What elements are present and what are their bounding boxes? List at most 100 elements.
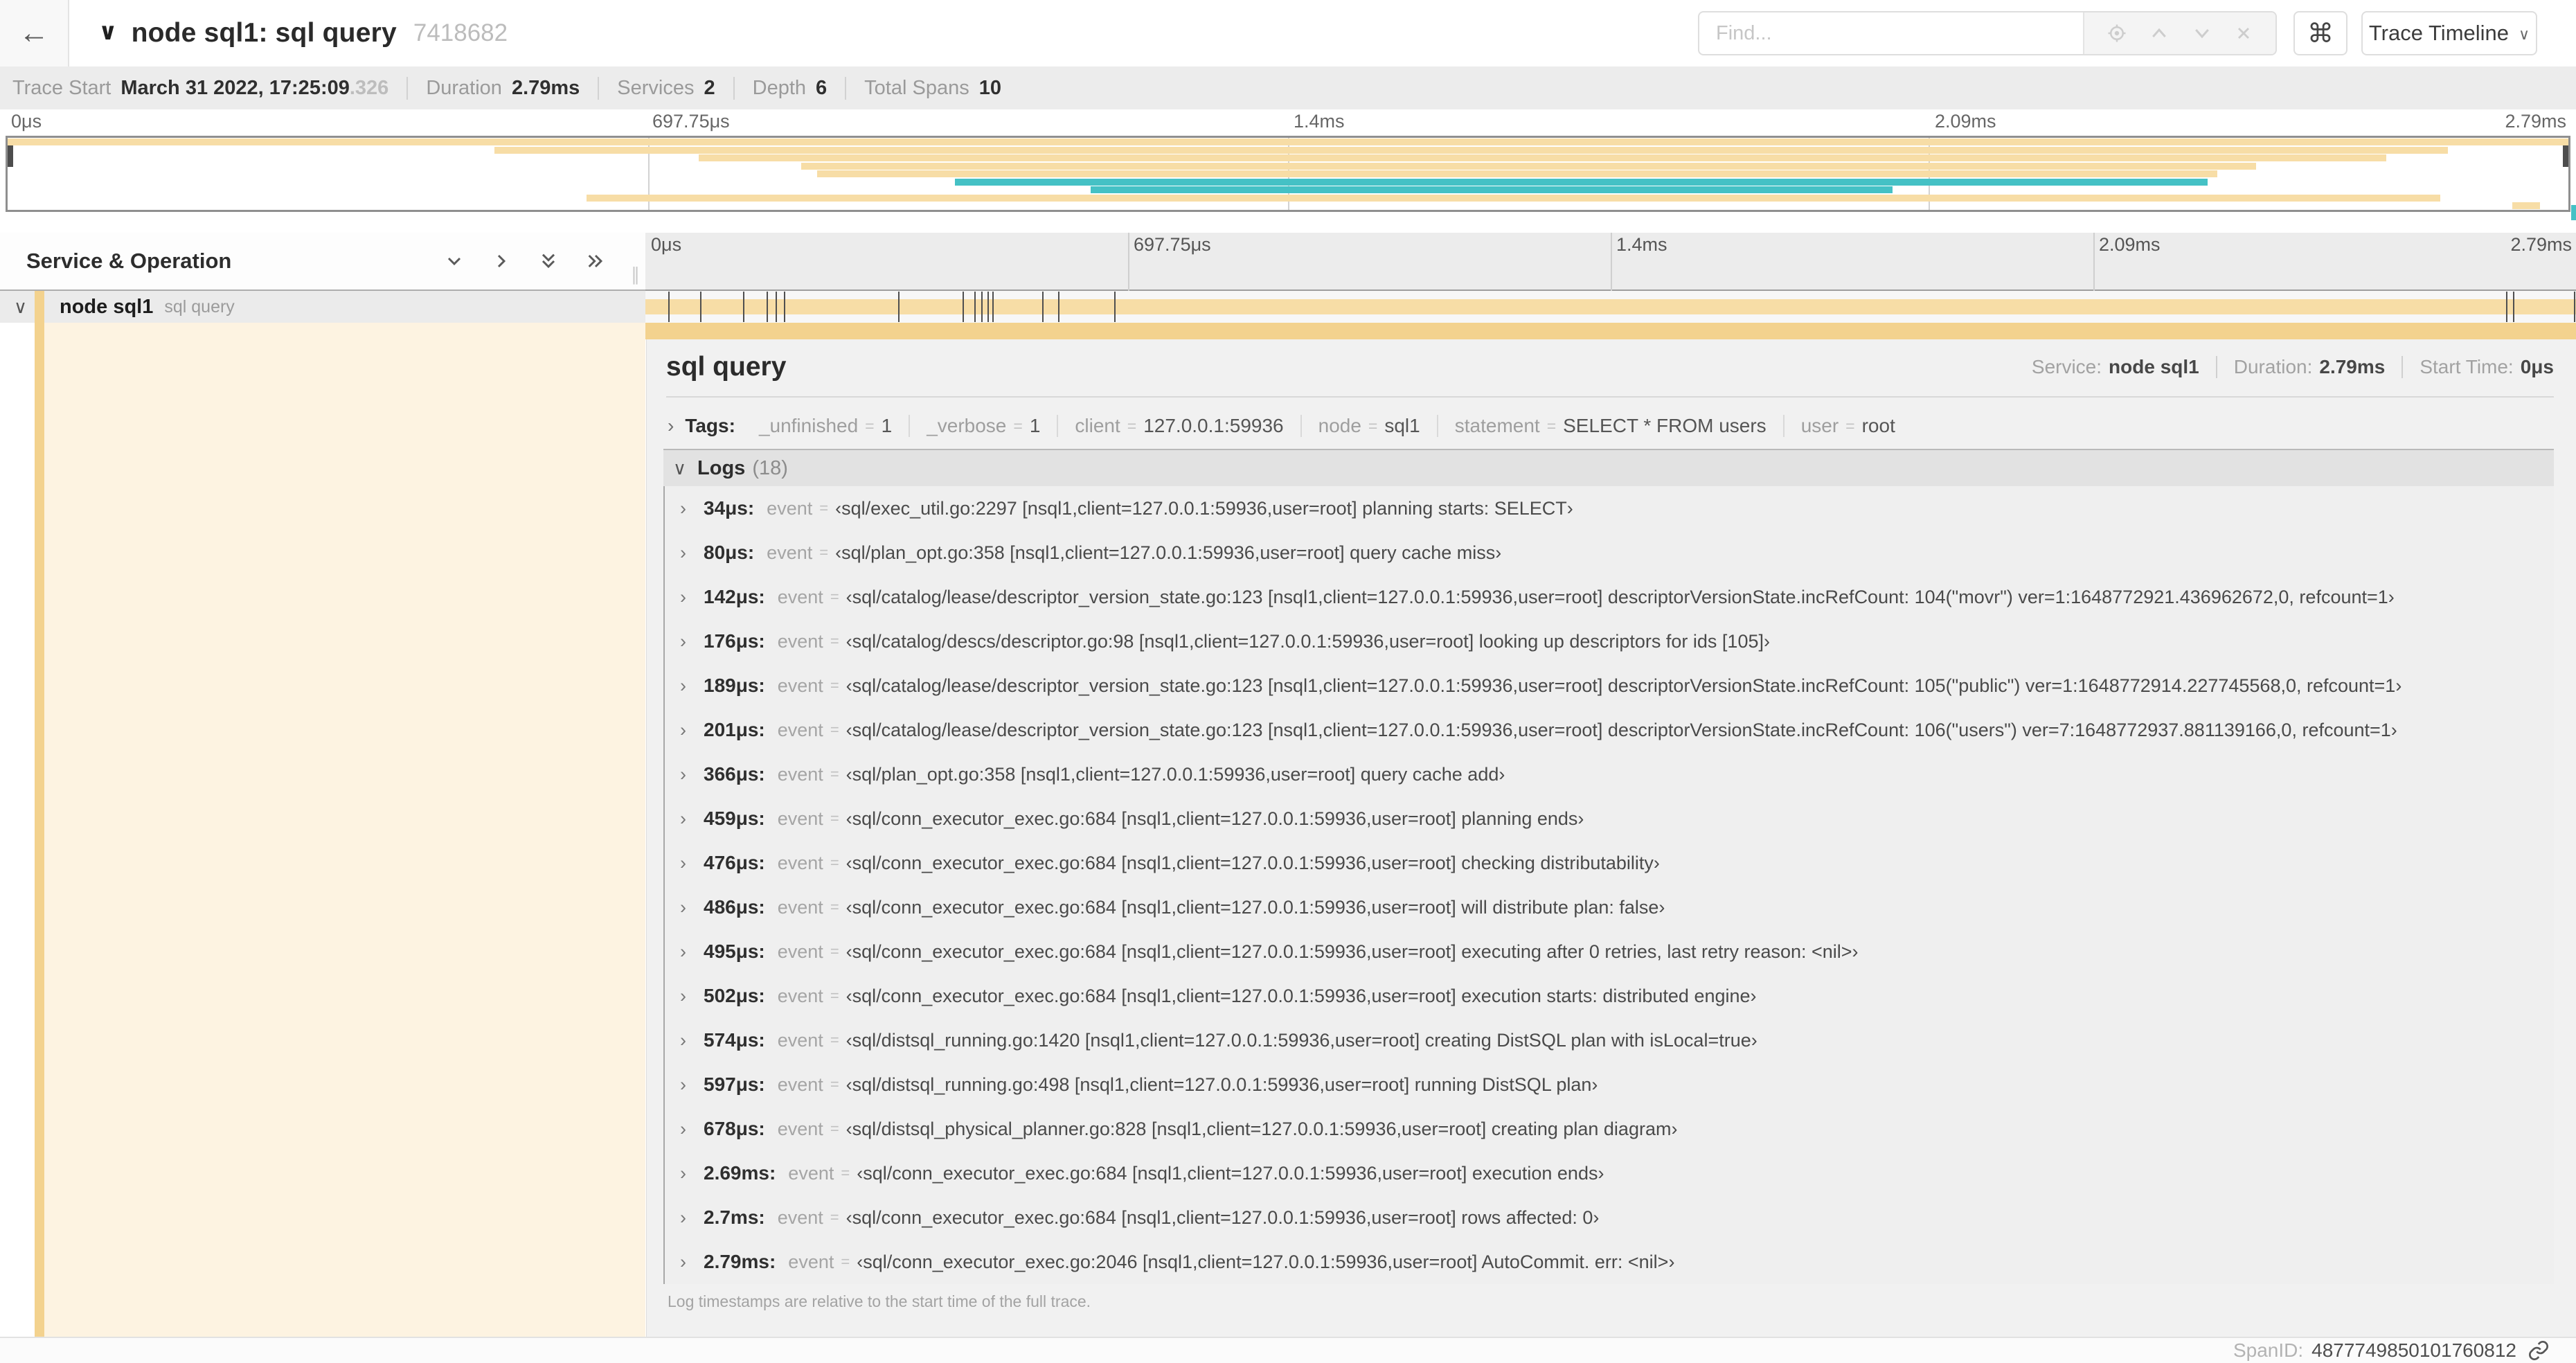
- tree-controls: [443, 250, 607, 272]
- log-timestamp: 2.69ms:: [704, 1162, 776, 1184]
- expand-all-icon[interactable]: [584, 250, 607, 272]
- span-row-timeline[interactable]: [645, 291, 2576, 323]
- tags-list: _unfinished = 1 _verbose = 1 client = 127.0.0.1:…: [742, 415, 1912, 437]
- chevron-right-icon[interactable]: ›: [680, 1163, 704, 1184]
- minimap-canvas[interactable]: [6, 136, 2570, 212]
- service-operation-title: Service & Operation: [26, 249, 232, 273]
- chevron-right-icon[interactable]: ›: [680, 1207, 704, 1229]
- tag-key: _unfinished: [758, 415, 859, 436]
- locate-icon[interactable]: [2107, 23, 2127, 44]
- ruler-tick-label: 2.09ms: [1935, 111, 1996, 132]
- find-input[interactable]: [1699, 12, 2083, 54]
- chevron-right-icon[interactable]: ›: [680, 1074, 704, 1096]
- summary-value: 6: [816, 76, 828, 99]
- log-entry[interactable]: › 201μs: event = ‹sql/catalog/lease/descript…: [665, 708, 2554, 752]
- collapse-one-icon[interactable]: [443, 250, 465, 272]
- chevron-right-icon[interactable]: ›: [680, 764, 704, 785]
- chevron-right-icon[interactable]: ›: [680, 498, 704, 519]
- log-entry[interactable]: › 502μs: event = ‹sql/conn_executor_exec.go:…: [665, 974, 2554, 1018]
- chevron-right-icon[interactable]: ›: [668, 415, 674, 437]
- log-field-key: event: [777, 896, 823, 918]
- log-entry[interactable]: › 2.79ms: event = ‹sql/conn_executor_exec.go…: [665, 1240, 2554, 1284]
- tag-item[interactable]: _verbose = 1: [909, 415, 1057, 437]
- chevron-right-icon[interactable]: ›: [680, 897, 704, 918]
- logs-section-header[interactable]: ∨ Logs (18): [663, 449, 2554, 486]
- chevron-right-icon[interactable]: ›: [680, 1030, 704, 1051]
- view-selector-button[interactable]: Trace Timeline ∨: [2361, 11, 2537, 55]
- log-entry[interactable]: › 597μs: event = ‹sql/distsql_running.go:498…: [665, 1062, 2554, 1107]
- minimap-span: [586, 194, 2441, 202]
- equals-sign: =: [830, 810, 839, 827]
- tags-row[interactable]: › Tags: _unfinished = 1 _verbose = 1 client = 12…: [663, 406, 2554, 446]
- chevron-down-icon[interactable]: ∨: [98, 18, 118, 46]
- log-timestamp: 2.7ms:: [704, 1206, 765, 1228]
- next-result-icon[interactable]: [2192, 23, 2212, 44]
- tag-value: SELECT * FROM users: [1563, 415, 1766, 436]
- log-timestamp: 678μs:: [704, 1118, 765, 1139]
- chevron-right-icon[interactable]: ›: [680, 587, 704, 608]
- summary-value: 2: [704, 76, 715, 99]
- log-entry[interactable]: › 486μs: event = ‹sql/conn_executor_exec.go:…: [665, 885, 2554, 929]
- log-field-value: ‹sql/plan_opt.go:358 [nsql1,client=127.0…: [846, 763, 1505, 785]
- chevron-right-icon[interactable]: ›: [680, 720, 704, 741]
- back-button[interactable]: ←: [0, 0, 69, 66]
- chevron-down-icon[interactable]: ∨: [14, 296, 27, 318]
- log-field-value: ‹sql/exec_util.go:2297 [nsql1,client=127…: [835, 497, 1573, 519]
- chevron-right-icon[interactable]: ›: [680, 853, 704, 874]
- chevron-right-icon[interactable]: ›: [680, 808, 704, 830]
- chevron-right-icon[interactable]: ›: [680, 631, 704, 652]
- log-field-value: ‹sql/conn_executor_exec.go:684 [nsql1,cl…: [857, 1162, 1604, 1184]
- clear-search-icon[interactable]: [2234, 24, 2253, 43]
- prev-result-icon[interactable]: [2149, 23, 2170, 44]
- chevron-right-icon[interactable]: ›: [680, 542, 704, 564]
- expand-one-icon[interactable]: [490, 250, 512, 272]
- summary-value: March 31 2022, 17:25:09: [120, 76, 350, 99]
- tag-item[interactable]: statement = SELECT * FROM users: [1436, 415, 1783, 437]
- log-entry[interactable]: › 176μs: event = ‹sql/catalog/descs/descript…: [665, 619, 2554, 663]
- log-marker: [766, 292, 768, 322]
- log-field-key: event: [767, 497, 813, 519]
- log-entry[interactable]: › 678μs: event = ‹sql/distsql_physical_plann…: [665, 1107, 2554, 1151]
- chevron-right-icon[interactable]: ›: [680, 941, 704, 963]
- log-entry[interactable]: › 34μs: event = ‹sql/exec_util.go:2297 [nsql…: [665, 486, 2554, 531]
- log-entry[interactable]: › 80μs: event = ‹sql/plan_opt.go:358 [nsql1,…: [665, 531, 2554, 575]
- log-entry[interactable]: › 189μs: event = ‹sql/catalog/lease/descript…: [665, 663, 2554, 708]
- log-entry[interactable]: › 2.69ms: event = ‹sql/conn_executor_exec.go…: [665, 1151, 2554, 1195]
- link-icon[interactable]: [2528, 1339, 2550, 1362]
- chevron-right-icon[interactable]: ›: [680, 1251, 704, 1273]
- log-entry[interactable]: › 2.7ms: event = ‹sql/conn_executor_exec.go:…: [665, 1195, 2554, 1240]
- log-field-key: event: [777, 985, 823, 1006]
- log-entry[interactable]: › 495μs: event = ‹sql/conn_executor_exec.go:…: [665, 929, 2554, 974]
- ruler-tick-label: 0μs: [651, 234, 682, 255]
- equals-sign: =: [830, 632, 839, 650]
- tag-item[interactable]: node = sql1: [1300, 415, 1437, 437]
- keyboard-shortcuts-button[interactable]: ⌘: [2293, 11, 2347, 55]
- minimap-span: [8, 139, 2568, 145]
- column-resize-handle[interactable]: ∥: [631, 264, 640, 285]
- chevron-down-icon[interactable]: ∨: [673, 458, 686, 479]
- span-meta-item: Start Time: 0μs: [2401, 356, 2554, 378]
- chevron-right-icon[interactable]: ›: [680, 1119, 704, 1140]
- log-marker: [1041, 292, 1044, 322]
- tag-item[interactable]: client = 127.0.0.1:59936: [1057, 415, 1300, 437]
- log-entry[interactable]: › 142μs: event = ‹sql/catalog/lease/descript…: [665, 575, 2554, 619]
- log-entry[interactable]: › 366μs: event = ‹sql/plan_opt.go:358 [nsql1…: [665, 752, 2554, 796]
- summary-value: 2.79ms: [511, 76, 580, 99]
- log-entry[interactable]: › 574μs: event = ‹sql/distsql_running.go:142…: [665, 1018, 2554, 1062]
- back-arrow-icon: ←: [19, 16, 49, 50]
- summary-item: Depth 6: [733, 76, 828, 100]
- log-entry[interactable]: › 476μs: event = ‹sql/conn_executor_exec.go:…: [665, 841, 2554, 885]
- tag-item[interactable]: _unfinished = 1: [742, 415, 909, 437]
- tag-item[interactable]: user = root: [1782, 415, 1912, 437]
- summary-item: Services 2: [598, 76, 715, 100]
- span-row-label[interactable]: ∨ node sql1 sql query: [0, 291, 645, 323]
- chevron-right-icon[interactable]: ›: [680, 986, 704, 1007]
- collapse-all-icon[interactable]: [537, 250, 560, 272]
- ruler-tick-label: 2.79ms: [2505, 111, 2566, 132]
- chevron-right-icon[interactable]: ›: [680, 675, 704, 697]
- meta-value: node sql1: [2109, 356, 2199, 377]
- span-bar-track[interactable]: [645, 292, 2576, 322]
- log-field-value: ‹sql/plan_opt.go:358 [nsql1,client=127.0…: [835, 542, 1502, 563]
- log-field-value: ‹sql/conn_executor_exec.go:684 [nsql1,cl…: [846, 1206, 1600, 1228]
- log-entry[interactable]: › 459μs: event = ‹sql/conn_executor_exec.go:…: [665, 796, 2554, 841]
